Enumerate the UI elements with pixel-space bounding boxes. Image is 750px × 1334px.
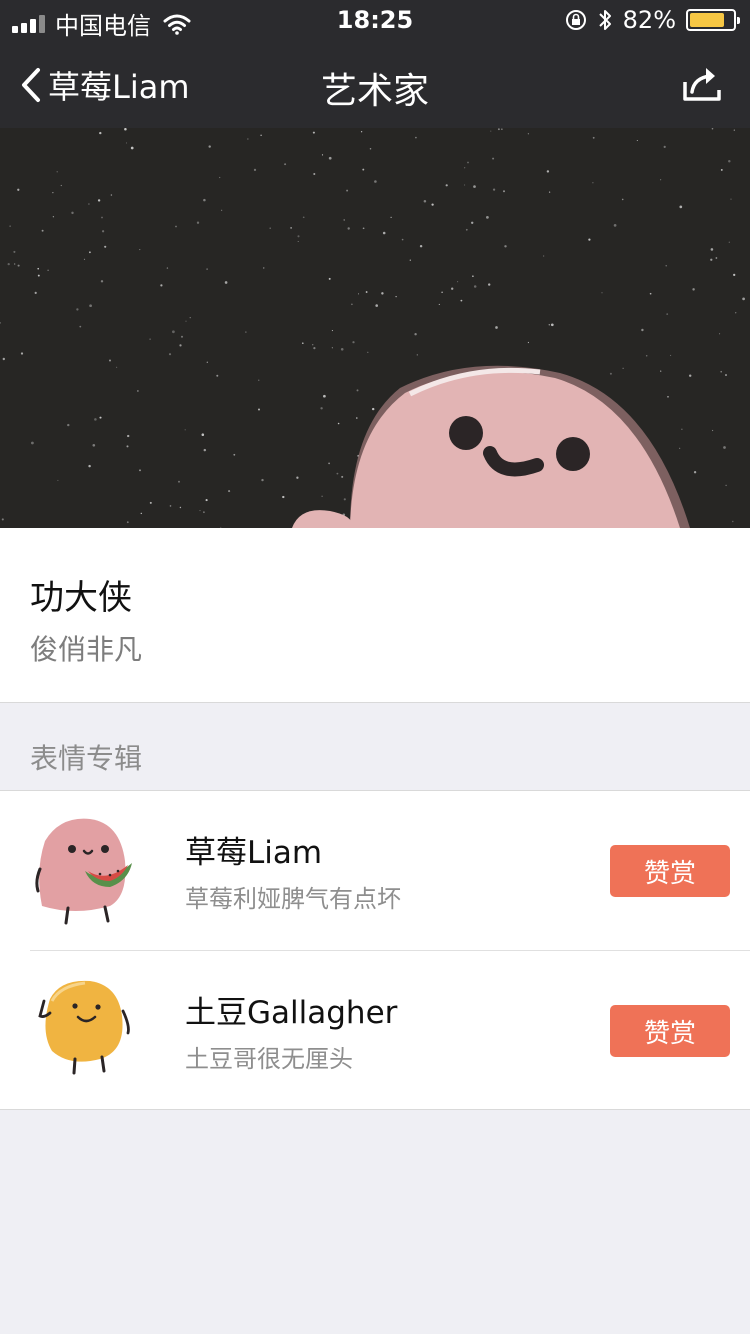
album-subtitle: 草莓利娅脾气有点坏 bbox=[185, 885, 401, 913]
battery-level bbox=[690, 13, 725, 27]
list-item[interactable]: 土豆Gallagher 土豆哥很无厘头 赞赏 bbox=[0, 951, 750, 1111]
album-title: 草莓Liam bbox=[185, 835, 323, 871]
status-bar: 中国电信 18:25 82% bbox=[0, 0, 750, 40]
bluetooth-icon bbox=[598, 10, 611, 30]
artist-intro: 功大侠 俊俏非凡 bbox=[0, 528, 750, 703]
artist-description: 俊俏非凡 bbox=[30, 633, 143, 666]
album-list: 草莓Liam 草莓利娅脾气有点坏 赞赏 土豆Gallagher 土豆哥很无厘头 … bbox=[0, 790, 750, 1110]
yellow-potato-icon bbox=[38, 980, 130, 1075]
artist-name: 功大侠 bbox=[30, 578, 132, 618]
share-button[interactable] bbox=[682, 64, 722, 106]
battery-icon bbox=[686, 9, 740, 31]
list-item[interactable]: 草莓Liam 草莓利娅脾气有点坏 赞赏 bbox=[0, 791, 750, 951]
pink-potato-watermelon-icon bbox=[35, 818, 132, 925]
navigation-bar: 草莓Liam 艺术家 bbox=[0, 40, 750, 128]
artist-banner-image bbox=[0, 128, 750, 528]
album-subtitle: 土豆哥很无厘头 bbox=[185, 1045, 353, 1073]
reward-button[interactable]: 赞赏 bbox=[610, 845, 730, 897]
orientation-lock-icon bbox=[565, 10, 586, 30]
reward-button[interactable]: 赞赏 bbox=[610, 1005, 730, 1057]
share-icon bbox=[683, 68, 721, 101]
page-title: 艺术家 bbox=[320, 71, 429, 112]
status-right: 82% bbox=[565, 6, 740, 34]
battery-percent: 82% bbox=[622, 6, 676, 34]
section-title: 表情专辑 bbox=[30, 742, 143, 775]
album-title: 土豆Gallagher bbox=[185, 995, 398, 1031]
banner-illustration bbox=[0, 128, 745, 528]
